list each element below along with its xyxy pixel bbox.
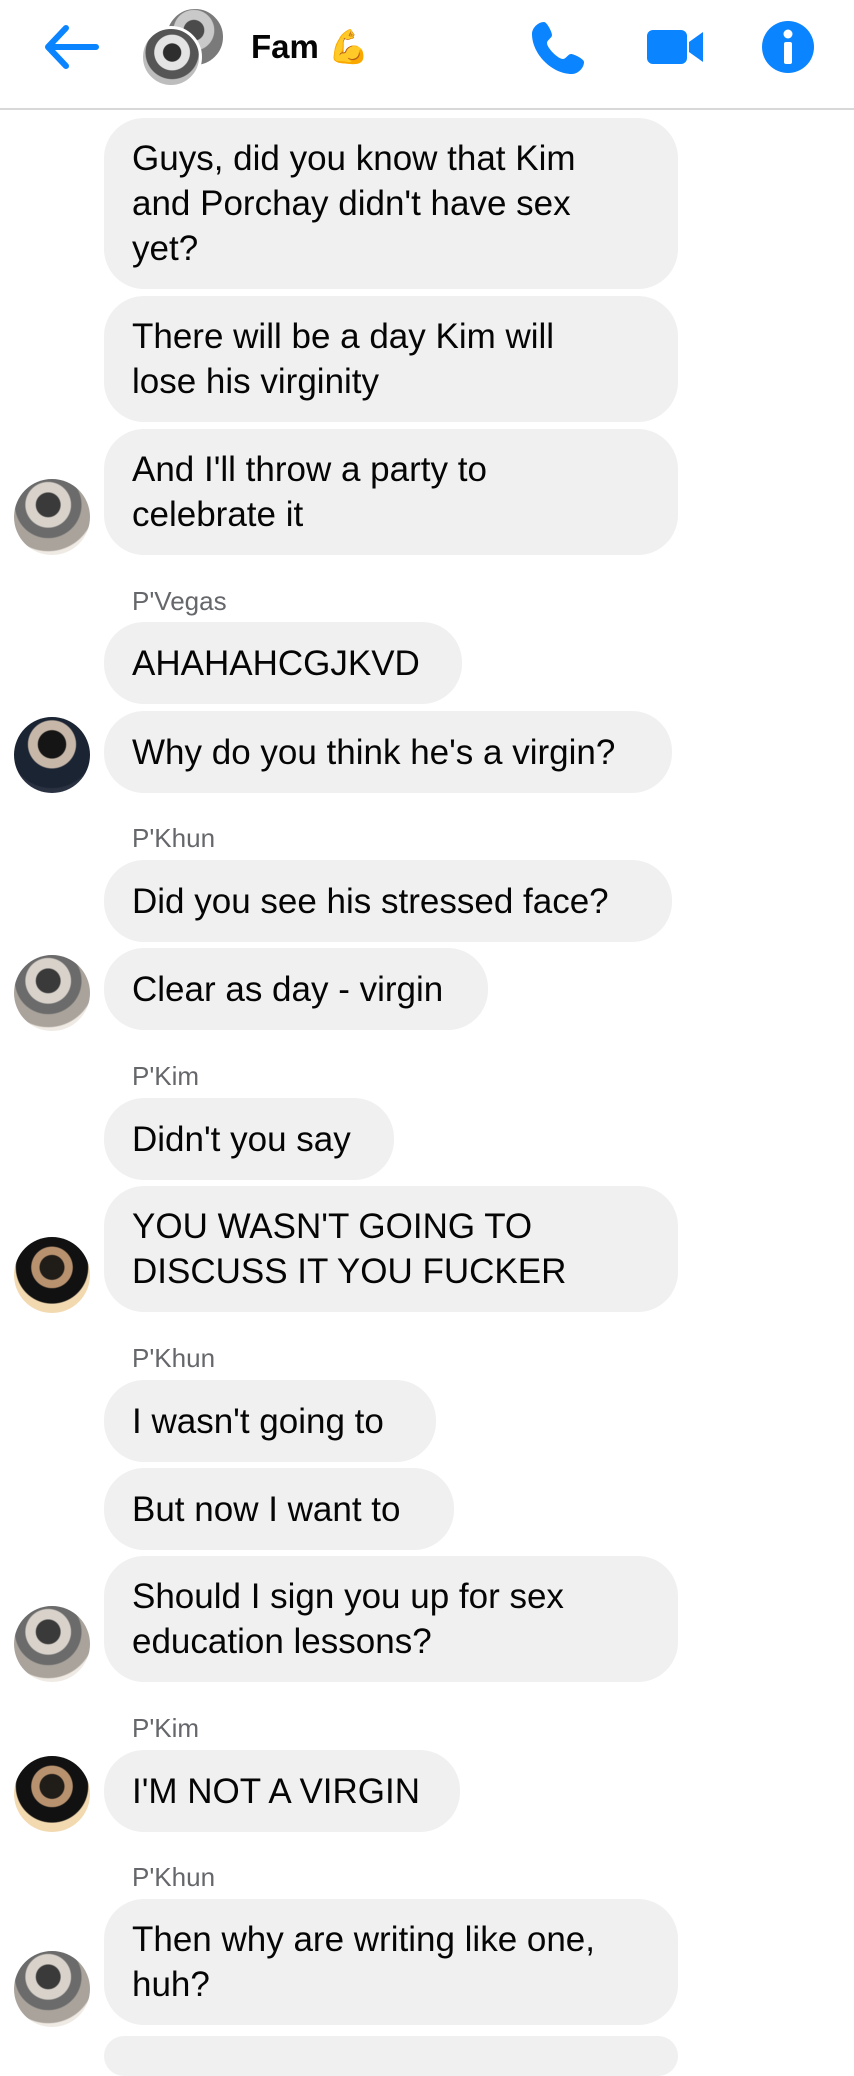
- message-text: Should I sign you up for sex education l…: [132, 1577, 564, 1661]
- message-text: And I'll throw a party to celebrate it: [132, 450, 487, 534]
- message-bubble[interactable]: I wasn't going to: [104, 1380, 436, 1462]
- avatar[interactable]: [14, 1606, 90, 1682]
- sender-name: P'Khun: [132, 1343, 216, 1373]
- phone-icon: [532, 22, 584, 74]
- message-bubble[interactable]: Didn't you say: [104, 1098, 394, 1180]
- avatar[interactable]: [14, 717, 90, 793]
- sender-name: P'Kim: [132, 1061, 200, 1091]
- message-text: There will be a day Kim will lose his vi…: [132, 317, 555, 401]
- sender-name: P'Khun: [132, 823, 216, 853]
- video-camera-icon: [647, 30, 703, 64]
- message-text: Didn't you say: [132, 1120, 351, 1159]
- message-text: Why do you think he's a virgin?: [132, 733, 616, 772]
- message-bubble[interactable]: Did you see his stressed face?: [104, 860, 672, 942]
- chat-header: Fam 💪: [0, 0, 854, 110]
- group-avatar[interactable]: [140, 6, 226, 88]
- message-bubble[interactable]: I'M NOT A VIRGIN: [104, 1750, 460, 1832]
- video-call-button[interactable]: [645, 18, 707, 76]
- info-button[interactable]: [761, 20, 815, 74]
- avatar[interactable]: [14, 479, 90, 555]
- sender-name: P'Vegas: [132, 586, 227, 616]
- message-bubble[interactable]: YOU WASN'T GOING TO DISCUSS IT YOU FUCKE…: [104, 1186, 678, 1312]
- message-text: But now I want to: [132, 1490, 401, 1529]
- sender-name: P'Kim: [132, 1713, 200, 1743]
- message-text: I wasn't going to: [132, 1402, 384, 1441]
- message-text: Then why are writing like one, huh?: [132, 1920, 595, 2004]
- message-bubble[interactable]: AHAHAHCGJKVD: [104, 622, 462, 704]
- message-bubble[interactable]: Then why are writing like one, huh?: [104, 1899, 678, 2025]
- message-text: I'M NOT A VIRGIN: [132, 1772, 421, 1811]
- chat-title[interactable]: Fam 💪: [251, 28, 369, 67]
- avatar[interactable]: [14, 1951, 90, 2027]
- call-button[interactable]: [530, 18, 588, 76]
- message-text: Clear as day - virgin: [132, 970, 444, 1009]
- arrow-left-icon: [45, 25, 99, 69]
- message-bubble[interactable]: Clear as day - virgin: [104, 948, 488, 1030]
- message-text: Guys, did you know that Kim and Porchay …: [132, 139, 576, 268]
- avatar[interactable]: [14, 1237, 90, 1313]
- back-button[interactable]: [40, 22, 106, 72]
- message-bubble[interactable]: But now I want to: [104, 1468, 454, 1550]
- message-bubble[interactable]: Should I sign you up for sex education l…: [104, 1556, 678, 1682]
- message-bubble[interactable]: Why do you think he's a virgin?: [104, 711, 672, 793]
- message-text: YOU WASN'T GOING TO DISCUSS IT YOU FUCKE…: [132, 1207, 567, 1291]
- message-text: Did you see his stressed face?: [132, 882, 609, 921]
- message-bubble[interactable]: And I'll throw a party to celebrate it: [104, 429, 678, 555]
- member-avatar: [140, 26, 202, 88]
- message-bubble[interactable]: There will be a day Kim will lose his vi…: [104, 296, 678, 422]
- sender-name: P'Khun: [132, 1862, 216, 1892]
- info-icon: [762, 21, 814, 73]
- avatar[interactable]: [14, 955, 90, 1031]
- message-bubble[interactable]: [104, 2036, 678, 2076]
- message-bubble[interactable]: Guys, did you know that Kim and Porchay …: [104, 118, 678, 289]
- avatar[interactable]: [14, 1756, 90, 1832]
- message-text: AHAHAHCGJKVD: [132, 644, 420, 683]
